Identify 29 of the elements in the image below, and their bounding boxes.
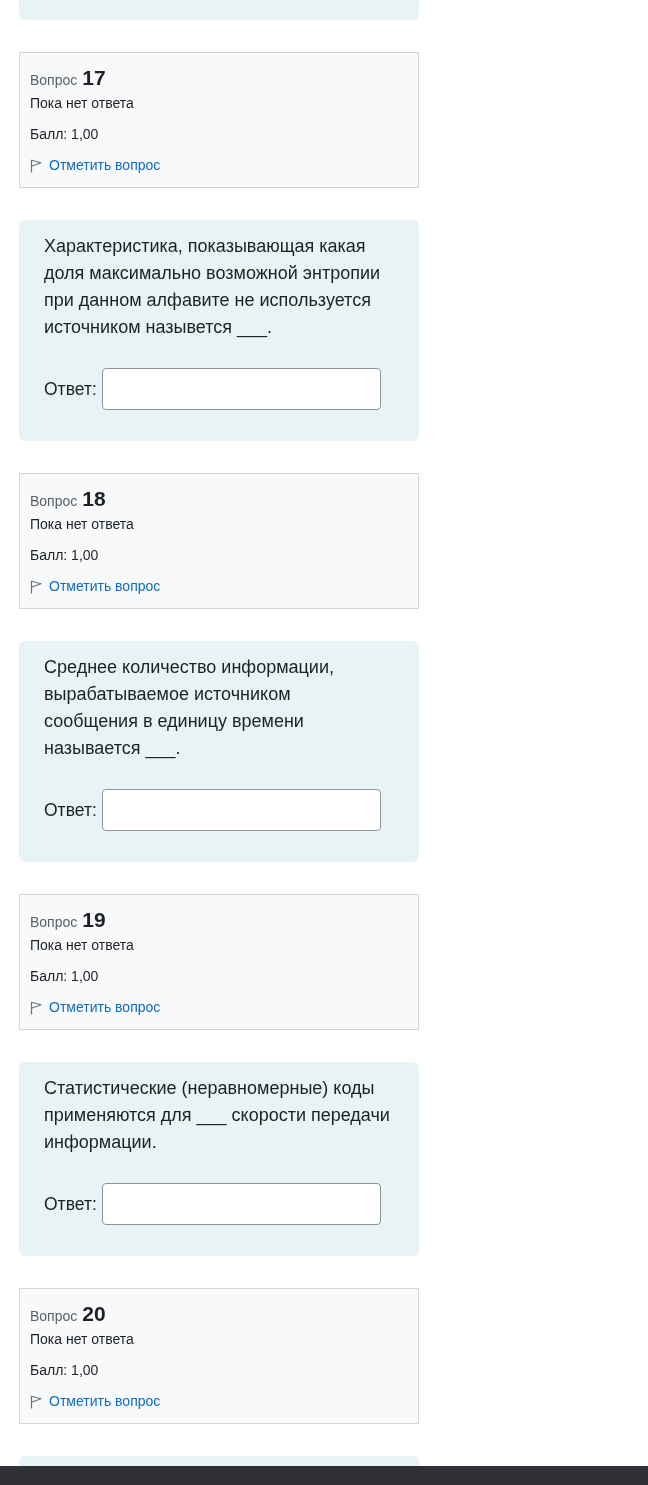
question-number: 17 bbox=[82, 65, 106, 91]
answer-field[interactable] bbox=[101, 789, 381, 831]
flag-question-link[interactable]: Отметить вопрос bbox=[49, 1391, 161, 1412]
answer-label: Ответ: bbox=[44, 798, 97, 822]
question-number: 19 bbox=[82, 907, 106, 933]
answer-status: Пока нет ответа bbox=[30, 515, 134, 534]
flag-question-link[interactable]: Отметить вопрос bbox=[49, 155, 161, 176]
answer-status: Пока нет ответа bbox=[30, 936, 134, 955]
answer-label: Ответ: bbox=[44, 1192, 97, 1216]
answer-label: Ответ: bbox=[44, 377, 97, 401]
question-number: 18 bbox=[82, 486, 106, 512]
flag-question-link[interactable]: Отметить вопрос bbox=[49, 576, 161, 597]
question-text: Среднее количество информации, вырабатываемое источником сообщения в единицу времени называется ___. bbox=[44, 656, 335, 761]
grade-text: Балл: 1,00 bbox=[30, 546, 99, 565]
question-label: Вопрос bbox=[30, 492, 78, 511]
grade-text: Балл: 1,00 bbox=[30, 125, 99, 144]
answer-status: Пока нет ответа bbox=[30, 1330, 134, 1349]
question-text: Статистические (неравномерные) коды применяются для ___ скорости передачи информации. bbox=[44, 1077, 391, 1154]
question-label: Вопрос bbox=[30, 913, 78, 932]
question-number: 20 bbox=[82, 1301, 106, 1327]
answer-field[interactable] bbox=[101, 368, 381, 410]
grade-text: Балл: 1,00 bbox=[30, 967, 99, 986]
question-label: Вопрос bbox=[30, 1307, 78, 1326]
flag-question-link[interactable]: Отметить вопрос bbox=[49, 997, 161, 1018]
question-text: Характеристика, показывающая какая доля максимально возможной энтропии при данном алфавите не используется источником назывется ___. bbox=[44, 235, 381, 340]
question-label: Вопрос bbox=[30, 71, 78, 90]
answer-field[interactable] bbox=[101, 1183, 381, 1225]
answer-status: Пока нет ответа bbox=[30, 94, 134, 113]
grade-text: Балл: 1,00 bbox=[30, 1361, 99, 1380]
